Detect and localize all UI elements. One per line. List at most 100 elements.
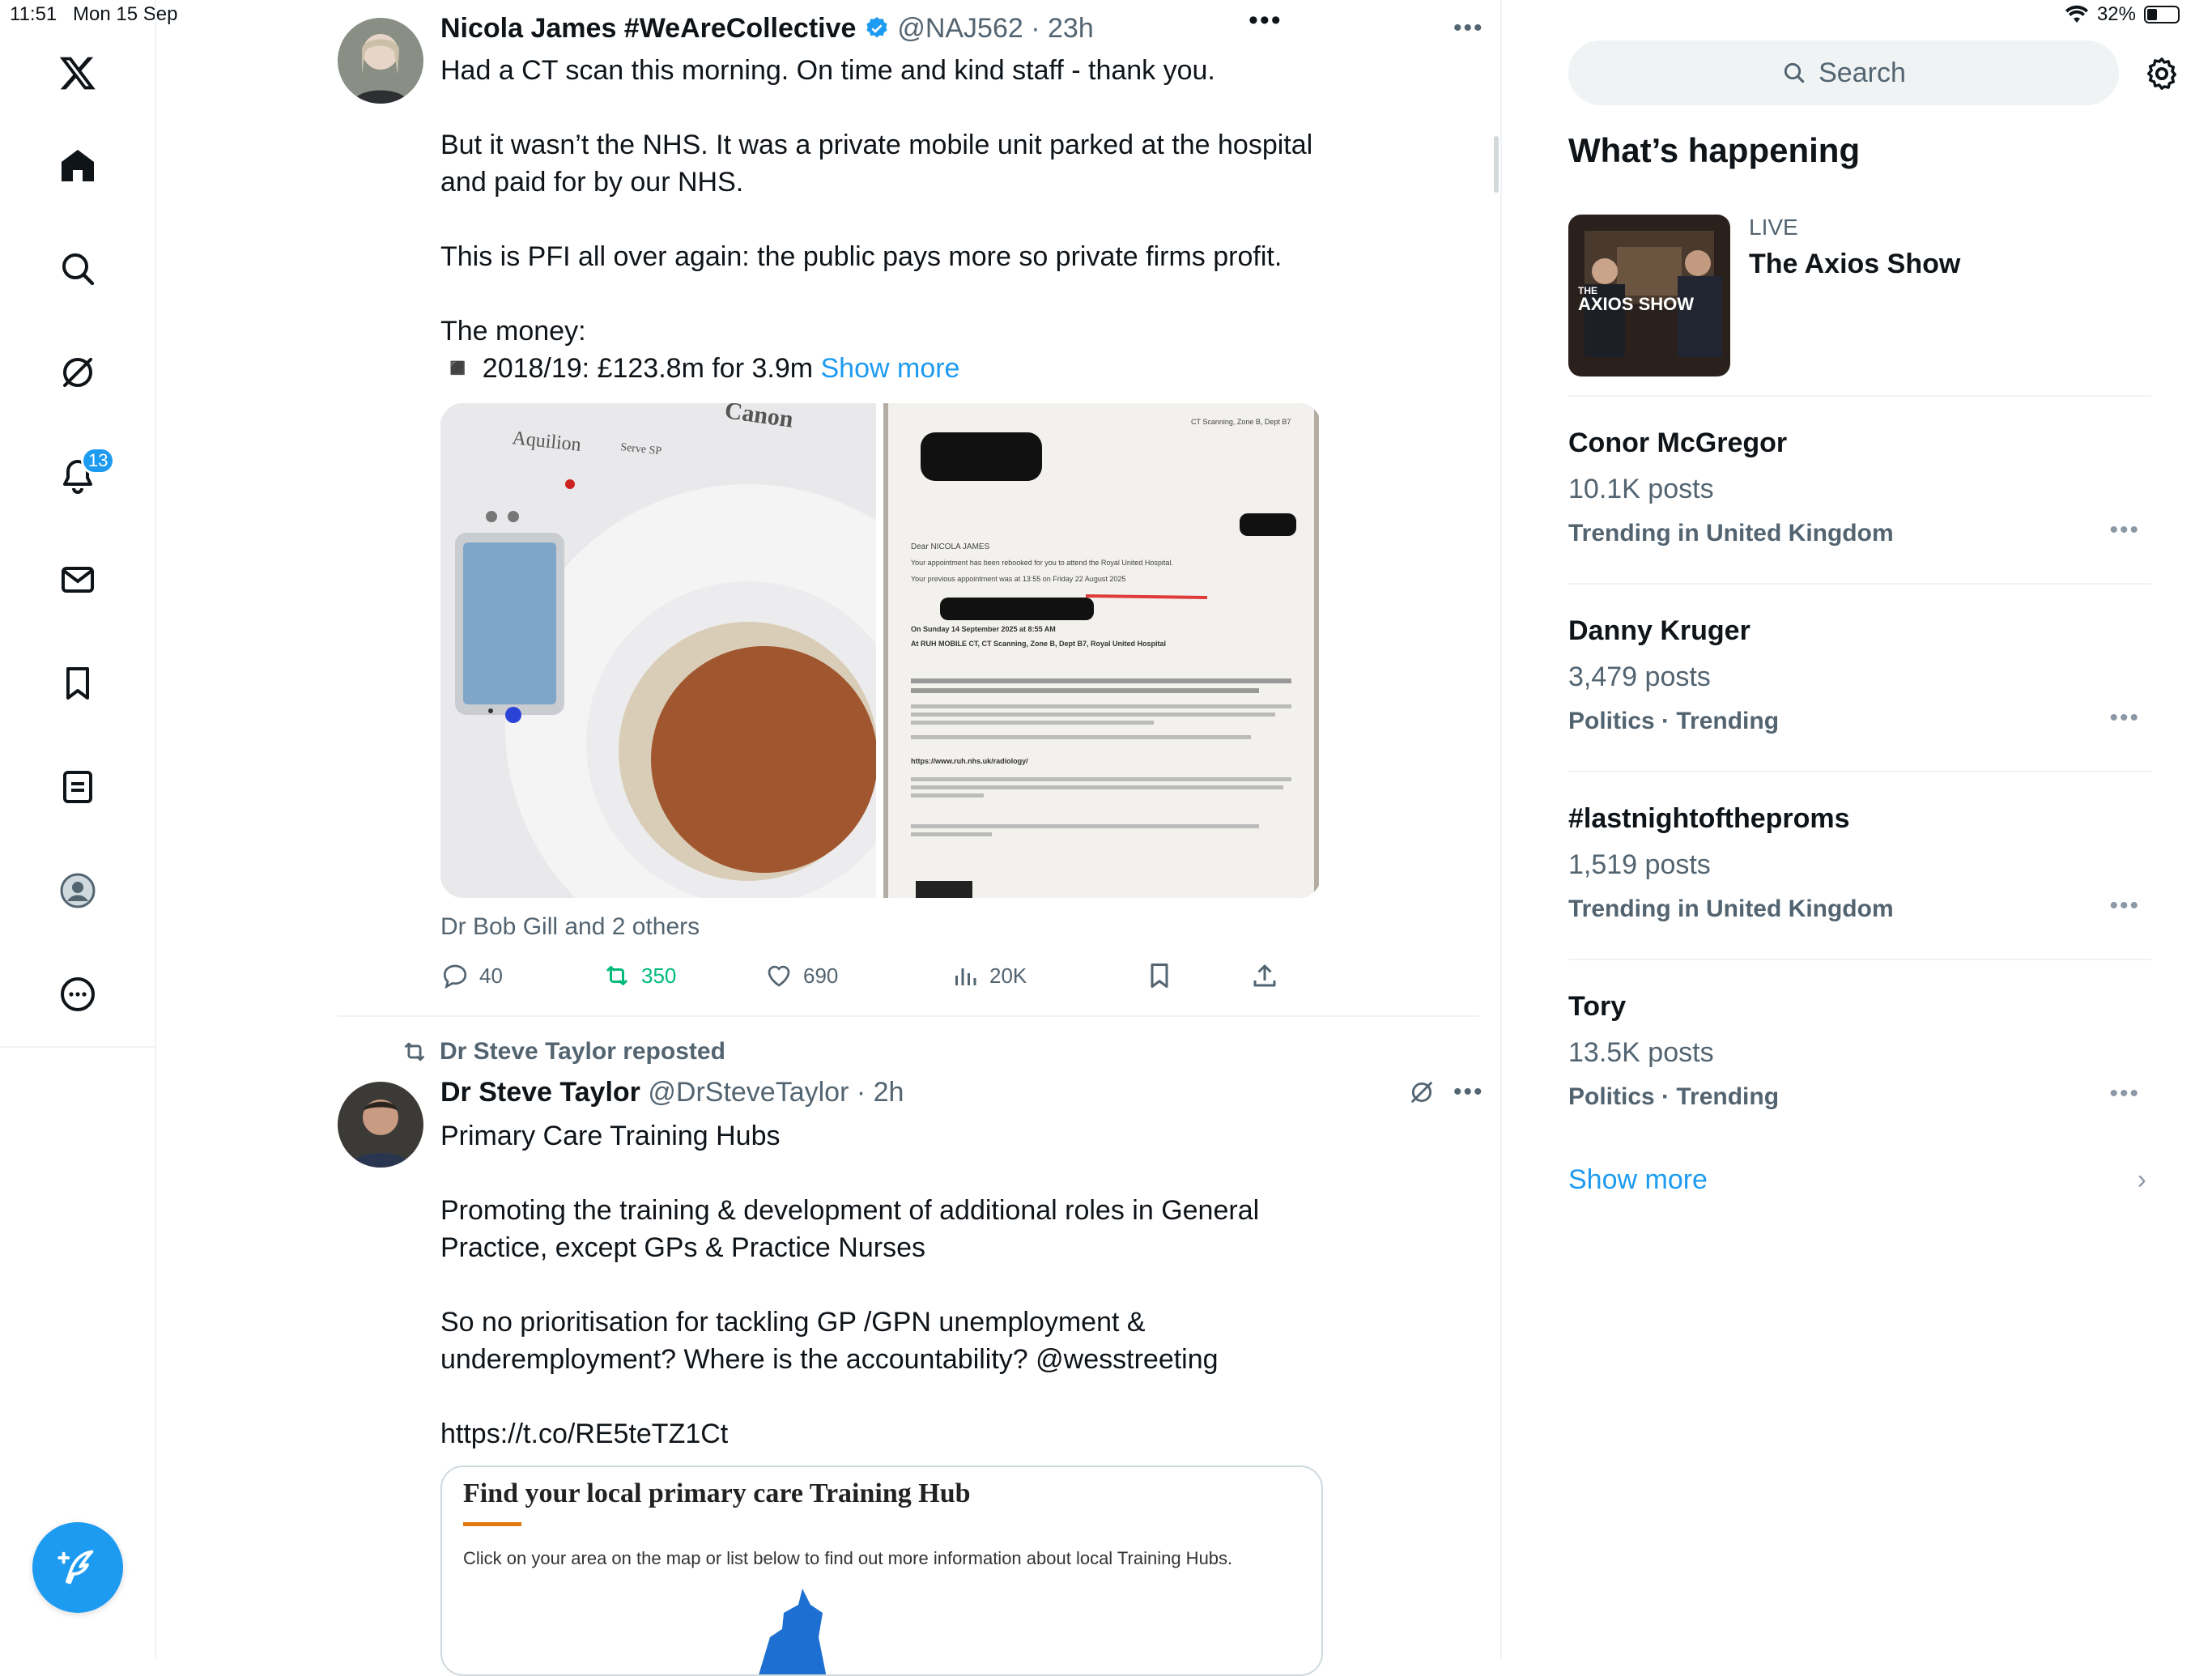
avatar[interactable] — [338, 1082, 423, 1168]
more-options-icon[interactable] — [45, 962, 110, 1027]
tweet-separator — [338, 1015, 1479, 1017]
card-text: Click on your area on the map or list be… — [463, 1548, 1233, 1568]
bookmark-icon — [1151, 963, 1168, 988]
reply-count: 40 — [479, 963, 503, 988]
trend-more-icon[interactable]: ••• — [2109, 892, 2140, 920]
x-logo-icon[interactable] — [45, 40, 110, 105]
grok-icon[interactable] — [45, 340, 110, 405]
search-icon — [1784, 62, 1805, 83]
views-count: 20K — [989, 963, 1027, 988]
letter-text: https://www.ruh.nhs.uk/radiology/ — [911, 757, 1028, 765]
heart-icon — [768, 965, 790, 987]
lists-icon[interactable] — [45, 755, 110, 819]
tweet-more-icon[interactable]: ••• — [1453, 1078, 1484, 1106]
messages-envelope-icon[interactable] — [45, 547, 110, 612]
card-title: Find your local primary care Training Hu… — [463, 1478, 971, 1508]
repost-button[interactable]: 350 — [602, 955, 676, 996]
card-title-underline — [463, 1522, 521, 1526]
verified-badge-icon — [866, 17, 887, 38]
compose-feather-icon — [57, 1550, 94, 1585]
share-button[interactable] — [1250, 955, 1279, 996]
tweet-text: Primary Care Training Hubs Promoting the… — [440, 1117, 1331, 1490]
whats-happening-title: What’s happening — [1568, 131, 1861, 169]
bookmark-button[interactable] — [1145, 955, 1174, 996]
tweet-paragraph: Promoting the training & development of … — [440, 1195, 1260, 1263]
like-button[interactable]: 690 — [764, 955, 838, 996]
timeline: Nicola James #WeAreCollective @NAJ562 · … — [158, 0, 1502, 1676]
reply-icon — [443, 964, 467, 989]
show-more-trends-link[interactable]: Show more › — [1568, 1164, 2151, 1196]
tweet-paragraph: This is PFI all over again: the public p… — [440, 241, 1283, 272]
live-thumbnail: THE AXIOS SHOW — [1568, 215, 1730, 376]
repost-context-label: Dr Steve Taylor reposted — [440, 1038, 725, 1065]
author-name[interactable]: Dr Steve Taylor — [440, 1077, 640, 1108]
trend-item[interactable]: #lastnightoftheproms 1,519 posts Trendin… — [1568, 771, 2151, 959]
nav-divider — [0, 1046, 156, 1048]
reply-button[interactable]: 40 — [440, 955, 503, 996]
tweet-header: Nicola James #WeAreCollective @NAJ562 · … — [440, 13, 1094, 44]
tweet-paragraph: But it wasn’t the NHS. It was a private … — [440, 130, 1313, 198]
search-placeholder: Search — [1819, 57, 1906, 88]
tweet-paragraph: The money: — [440, 316, 586, 347]
trend-name: Danny Kruger — [1568, 615, 1750, 646]
trend-item[interactable]: Danny Kruger 3,479 posts Politics · Tren… — [1568, 583, 2151, 771]
trend-more-icon[interactable]: ••• — [2109, 517, 2140, 544]
tweet-time[interactable]: 23h — [1048, 13, 1094, 44]
live-label: LIVE — [1749, 215, 1798, 240]
trend-posts: 1,519 posts — [1568, 849, 1711, 880]
author-name[interactable]: Nicola James #WeAreCollective — [440, 13, 856, 44]
scroll-indicator[interactable] — [1494, 136, 1499, 193]
trend-name: Tory — [1568, 991, 1627, 1022]
ct-scanner-photo[interactable]: Aquilion Serve SP Canon — [440, 403, 991, 898]
tweet-paragraph: Had a CT scan this morning. On time and … — [440, 55, 1215, 86]
trend-more-icon[interactable]: ••• — [2109, 1080, 2140, 1108]
trend-posts: 3,479 posts — [1568, 661, 1711, 692]
top-more-icon[interactable]: ••• — [1249, 5, 1283, 36]
tweet-paragraph: ◾️ 2018/19: £123.8m for 3.9m — [440, 353, 814, 384]
home-icon[interactable] — [45, 133, 110, 198]
trend-posts: 10.1K posts — [1568, 474, 1714, 504]
repost-icon — [606, 966, 628, 985]
notifications-badge: 13 — [81, 447, 116, 474]
explore-search-icon[interactable] — [45, 236, 110, 301]
trend-item[interactable]: Tory 13.5K posts Politics · Trending ••• — [1568, 959, 2151, 1146]
trend-item[interactable]: Conor McGregor 10.1K posts Trending in U… — [1568, 395, 2151, 583]
trend-posts: 13.5K posts — [1568, 1037, 1714, 1068]
profile-avatar-icon[interactable] — [45, 858, 110, 923]
views-button[interactable]: 20K — [951, 955, 1027, 996]
bookmarks-icon[interactable] — [45, 651, 110, 716]
compose-post-button[interactable] — [32, 1522, 123, 1613]
letter-text: Dear NICOLA JAMES — [911, 542, 990, 551]
letter-text: Your previous appointment was at 13:55 o… — [911, 575, 1125, 583]
tweet-header: Dr Steve Taylor @DrSteveTaylor · 2h — [440, 1077, 904, 1108]
search-bar[interactable]: Search — [1568, 40, 2119, 105]
live-event[interactable]: THE AXIOS SHOW LIVE The Axios Show — [1568, 215, 2151, 397]
show-more-link[interactable]: Show more — [821, 353, 960, 384]
tweet-link[interactable]: https://t.co/RE5teTZ1Ct — [440, 1415, 1331, 1453]
repost-context[interactable]: Dr Steve Taylor reposted — [401, 1038, 725, 1066]
tweet-media: Aquilion Serve SP Canon CT Scanning, Zon… — [440, 403, 1321, 898]
appointment-letter-photo[interactable]: CT Scanning, Zone B, Dept B7 Dear NICOLA… — [883, 403, 1321, 898]
link-preview-card[interactable]: Find your local primary care Training Hu… — [440, 1465, 1323, 1676]
repost-count: 350 — [641, 963, 677, 988]
author-handle[interactable]: @DrSteveTaylor — [648, 1077, 849, 1108]
tweet-text: Had a CT scan this morning. On time and … — [440, 52, 1331, 387]
notifications-bell-icon[interactable]: 13 — [45, 444, 116, 508]
trend-context: Politics · Trending — [1568, 1083, 1780, 1110]
tweet-more-icon[interactable]: ••• — [1453, 15, 1484, 42]
reposted-by[interactable]: Dr Bob Gill and 2 others — [440, 913, 700, 941]
grok-icon[interactable] — [1408, 1078, 1436, 1106]
letter-text: At RUH MOBILE CT, CT Scanning, Zone B, D… — [911, 640, 1166, 648]
views-chart-icon — [955, 968, 976, 985]
tweet-time[interactable]: 2h — [874, 1077, 904, 1108]
repost-small-icon — [404, 1042, 425, 1061]
trend-name: Conor McGregor — [1568, 428, 1788, 458]
avatar[interactable] — [338, 18, 423, 104]
right-sidebar: Search What’s happening THE AXIOS SHOW L… — [1504, 0, 2212, 1658]
share-icon — [1253, 964, 1276, 987]
show-more-label: Show more — [1568, 1164, 1708, 1195]
author-handle[interactable]: @NAJ562 — [897, 13, 1023, 44]
settings-gear-icon[interactable] — [2143, 55, 2180, 92]
trend-more-icon[interactable]: ••• — [2109, 704, 2140, 732]
tweet-paragraph: So no prioritisation for tackling GP /GP… — [440, 1307, 1219, 1375]
